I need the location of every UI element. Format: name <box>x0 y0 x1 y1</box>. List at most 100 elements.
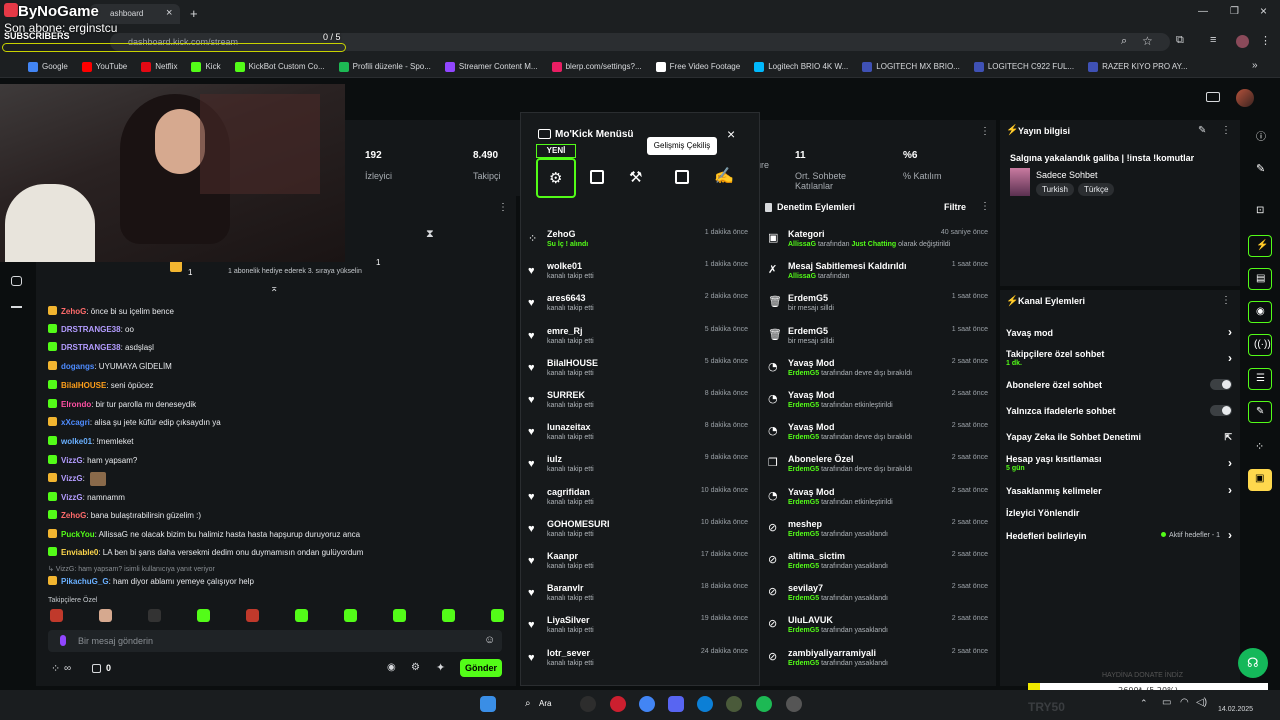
moderation-actor[interactable]: ErdemG5 <box>788 466 819 473</box>
bookmark-item[interactable]: YouTube <box>81 61 127 72</box>
network-icon[interactable]: ▭ <box>1162 697 1171 708</box>
mokick-extension-icon[interactable] <box>1206 92 1220 102</box>
event-row[interactable]: ♥ BilalHOUSE kanalı takip etti 5 dakika önc… <box>528 358 752 390</box>
moderation-row[interactable]: 🗑 ErdemG5 bir mesajı silldi 1 saat önce <box>768 326 990 358</box>
bookmark-item[interactable]: Logitech BRIO 4K W... <box>754 61 848 72</box>
chat-username[interactable]: ZehoG <box>61 511 86 520</box>
chat-username[interactable]: VizzG <box>61 493 83 502</box>
chat-bubble-icon[interactable]: ◉ <box>387 662 396 673</box>
emote-icon[interactable] <box>295 609 308 622</box>
channel-action-item[interactable]: Hesap yaşı kısıtlaması 5 gün › <box>1006 454 1232 472</box>
chat-username[interactable]: Enviable0 <box>61 548 98 557</box>
bookmark-item[interactable]: Free Video Footage <box>655 61 740 72</box>
event-row[interactable]: ♥ Kaanpr kanalı takip etti 17 dakika önce <box>528 551 752 583</box>
emoji-icon[interactable]: ☺ <box>484 634 495 646</box>
obs-icon[interactable] <box>786 696 802 712</box>
chat-username[interactable]: xXcagri <box>61 418 90 427</box>
event-row[interactable]: ♥ cagrifidan kanalı takip etti 10 dakika ön… <box>528 487 752 519</box>
event-row[interactable]: ♥ wolke01 kanalı takip etti 1 dakika önce <box>528 261 752 293</box>
moderation-actor[interactable]: ErdemG5 <box>788 402 819 409</box>
user-avatar[interactable] <box>1236 89 1254 107</box>
minimize-icon[interactable]: — <box>1198 6 1208 17</box>
emote-icon[interactable] <box>442 609 455 622</box>
event-row[interactable]: ♥ LiyaSilver kanalı takip etti 19 dakika ön… <box>528 615 752 647</box>
collapse-pinned-icon[interactable]: ⌅ <box>270 283 278 294</box>
gift-icon[interactable] <box>92 664 101 673</box>
event-row[interactable]: ♥ emre_Rj kanalı takip etti 5 dakika önce <box>528 326 752 358</box>
event-row[interactable]: ♥ Baranvlr kanalı takip etti 18 dakika önce <box>528 583 752 615</box>
moderation-actor[interactable]: ErdemG5 <box>788 370 819 377</box>
mic-icon[interactable] <box>60 635 66 646</box>
rail-chat-button[interactable]: ◉ <box>1248 301 1272 323</box>
chat-menu-icon[interactable]: ⋮ <box>498 202 508 213</box>
moderation-actor[interactable]: ErdemG5 <box>788 660 819 667</box>
channel-action-item[interactable]: Abonelere özel sohbet <box>1006 379 1232 390</box>
taskbar-search[interactable]: ⌕ Ara <box>520 696 560 712</box>
moderation-row[interactable]: ◔ Yavaş Mod ErdemG5 tarafından devre dışı … <box>768 358 990 390</box>
tag-chip[interactable]: Türkçe <box>1078 183 1115 196</box>
stats-chart-icon[interactable] <box>590 170 604 184</box>
toggle-switch[interactable] <box>1210 379 1232 390</box>
rail-yellow-button[interactable]: ▣ <box>1248 469 1272 491</box>
moderation-actor[interactable]: ErdemG5 <box>788 531 819 538</box>
bookmark-item[interactable]: Profili düzenle - Spo... <box>338 61 431 72</box>
bookmark-item[interactable]: LOGITECH MX BRIO... <box>862 61 960 72</box>
media-icon[interactable]: ≡ <box>1210 34 1216 46</box>
discord-icon[interactable] <box>668 696 684 712</box>
moderation-row[interactable]: ⊘ meshep ErdemG5 tarafından yasaklandı 2 sa… <box>768 519 990 551</box>
profile-avatar[interactable] <box>1236 35 1249 48</box>
chat-input[interactable]: Bir mesaj gönderin ☺ <box>48 630 502 652</box>
moderation-menu-icon[interactable]: ⋮ <box>980 201 990 212</box>
emote-icon[interactable] <box>393 609 406 622</box>
rail-broadcast-button[interactable]: ((·)) <box>1248 334 1272 356</box>
rail-tools-button[interactable]: ✎ <box>1248 401 1272 423</box>
hammer-icon[interactable]: ⚒ <box>629 168 642 186</box>
spotify-icon[interactable] <box>756 696 772 712</box>
event-row[interactable]: ⁘ ZehoG Su İç ! alındı 1 dakika önce <box>528 229 752 261</box>
moderation-row[interactable]: ◔ Yavaş Mod ErdemG5 tarafından etkinleştir… <box>768 390 990 422</box>
signature-icon[interactable]: ✍ <box>714 166 734 186</box>
stream-category[interactable]: Sadece Sohbet <box>1036 170 1098 180</box>
moderation-actor[interactable]: AllissaG <box>788 273 816 280</box>
stream-info-menu-icon[interactable]: ⋮ <box>1221 125 1231 136</box>
channel-action-item[interactable]: İzleyici Yönlendir <box>1006 508 1232 518</box>
users-icon[interactable] <box>11 276 22 286</box>
wifi-icon[interactable]: ◠ <box>1180 697 1189 708</box>
edge-icon[interactable] <box>697 696 713 712</box>
emote-icon[interactable] <box>246 609 259 622</box>
kickbot-icon[interactable]: ✦ <box>436 661 445 674</box>
moderation-actor[interactable]: ErdemG5 <box>788 595 819 602</box>
emote-icon[interactable] <box>197 609 210 622</box>
tag-chip[interactable]: Turkish <box>1036 183 1074 196</box>
filter-button[interactable]: Filtre <box>944 202 966 212</box>
bookmark-item[interactable]: RAZER KIYO PRO AY... <box>1088 61 1188 72</box>
bookmark-item[interactable]: Kick <box>191 61 221 72</box>
emote-icon[interactable] <box>491 609 504 622</box>
bookmark-star-icon[interactable]: ☆ <box>1142 34 1153 48</box>
moderation-row[interactable]: ⊘ altima_sictim ErdemG5 tarafından yasakla… <box>768 551 990 583</box>
info-icon[interactable]: ⓘ <box>1256 128 1266 143</box>
channel-action-item[interactable]: Hedefleri belirleyin Aktif hedefler - 1 › <box>1006 528 1232 542</box>
chat-username[interactable]: VizzG <box>61 456 83 465</box>
moderation-actor[interactable]: ErdemG5 <box>788 434 819 441</box>
chat-username[interactable]: PuckYou <box>61 530 95 539</box>
event-row[interactable]: ♥ iulz kanalı takip etti 9 dakika önce <box>528 454 752 486</box>
browser-menu-icon[interactable]: ⋮ <box>1260 34 1271 47</box>
rail-notes-button[interactable]: ▤ <box>1248 268 1272 290</box>
zoom-icon[interactable]: ⌕ <box>1121 35 1127 48</box>
chat-username[interactable]: DRSTRANGE38 <box>61 325 121 334</box>
moderation-row[interactable]: ▣ Kategori AllissaG tarafından Just Chatti… <box>768 229 990 261</box>
moderation-row[interactable]: ⊘ zambiyaliyarramiyali ErdemG5 tarafından … <box>768 648 990 680</box>
target-icon[interactable]: ⊡ <box>1256 205 1264 216</box>
chat-username[interactable]: DRSTRANGE38 <box>61 343 121 352</box>
edit-stream-icon[interactable]: ✎ <box>1198 125 1206 136</box>
volume-icon[interactable]: ◁) <box>1196 697 1207 708</box>
points-icon[interactable]: ⁘ <box>51 662 60 675</box>
hourglass-icon[interactable]: ⧗ <box>426 228 434 241</box>
chat-settings-icon[interactable]: ⚙ <box>411 662 420 673</box>
tray-chevron-icon[interactable]: ⌃ <box>1140 698 1148 709</box>
bookmark-item[interactable]: LOGITECH C922 FUL... <box>973 61 1074 72</box>
pencil-icon[interactable]: ✎ <box>1256 162 1265 175</box>
moderation-nav-icon[interactable] <box>11 298 22 308</box>
moderation-actor[interactable]: ErdemG5 <box>788 563 819 570</box>
